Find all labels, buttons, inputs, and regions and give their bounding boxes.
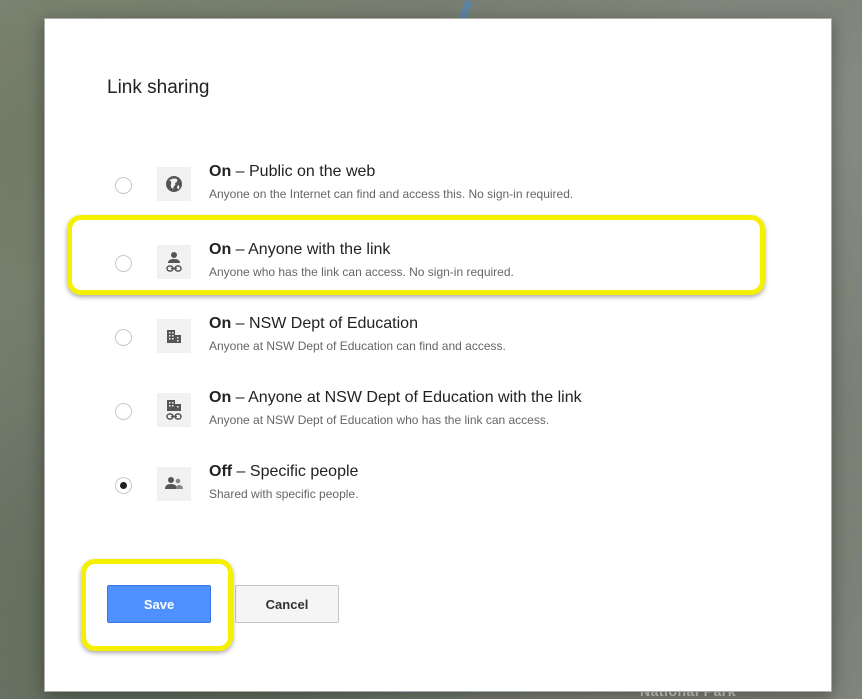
radio-nsw-dept[interactable] [115, 329, 132, 346]
option-specific-people[interactable]: Off – Specific people Shared with specif… [103, 463, 743, 519]
option-description: Anyone on the Internet can find and acce… [209, 187, 574, 201]
radio-nsw-dept-with-link[interactable] [115, 403, 132, 420]
building-icon [157, 319, 191, 353]
option-title: On – NSW Dept of Education [209, 315, 418, 332]
option-public-on-web[interactable]: On – Public on the web Anyone on the Int… [103, 163, 743, 219]
highlight-save-button [81, 559, 233, 651]
link-sharing-dialog: Link sharing On – Public on the web Anyo… [44, 18, 832, 692]
option-title: On – Public on the web [209, 163, 376, 180]
option-nsw-dept-with-link[interactable]: On – Anyone at NSW Dept of Education wit… [103, 389, 743, 445]
building-link-icon [157, 393, 191, 427]
option-title: On – Anyone at NSW Dept of Education wit… [209, 389, 582, 406]
highlight-anyone-with-link [67, 215, 765, 295]
people-icon [157, 467, 191, 501]
radio-public-on-web[interactable] [115, 177, 132, 194]
option-description: Shared with specific people. [209, 487, 359, 501]
dialog-title: Link sharing [107, 77, 210, 98]
option-description: Anyone at NSW Dept of Education who has … [209, 413, 550, 427]
option-nsw-dept[interactable]: On – NSW Dept of Education Anyone at NSW… [103, 315, 743, 371]
globe-icon [157, 167, 191, 201]
radio-specific-people[interactable] [115, 477, 132, 494]
option-description: Anyone at NSW Dept of Education can find… [209, 339, 506, 353]
option-title: Off – Specific people [209, 463, 359, 480]
cancel-button[interactable]: Cancel [235, 585, 339, 623]
